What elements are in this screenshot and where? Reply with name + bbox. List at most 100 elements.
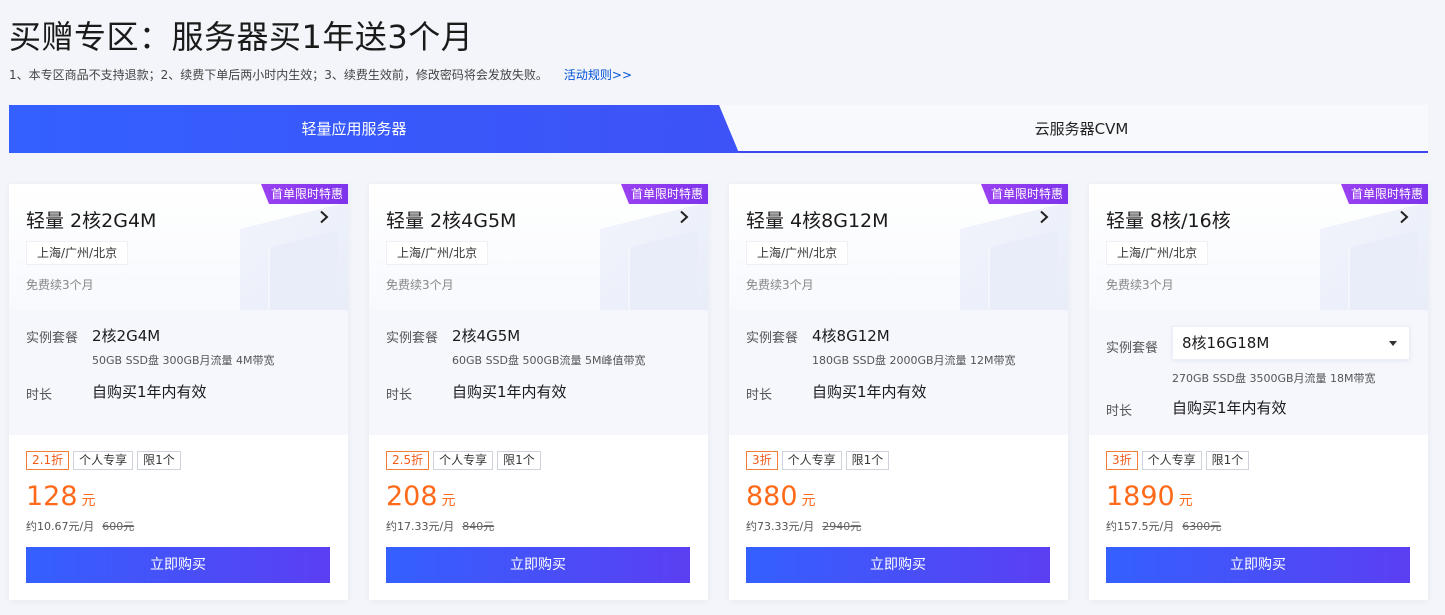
limit-tag: 限1个 — [497, 451, 541, 470]
personal-tag: 个人专享 — [433, 451, 494, 470]
card-title: 轻量 2核2G4M — [26, 210, 157, 232]
price-value: 1890 — [1106, 481, 1175, 512]
chevron-right-icon[interactable] — [678, 210, 690, 224]
card-footer: 2.1折 个人专享 限1个 128 元 约10.67元/月 600元 立即购买 — [9, 435, 348, 600]
chevron-right-icon[interactable] — [1398, 210, 1410, 224]
region-tag: 上海/广州/北京 — [1106, 241, 1209, 265]
product-card-2: 首单限时特惠 轻量 2核4G5M 上海/广州/北京 免费续3个月 实例套餐 2核… — [369, 184, 708, 600]
limit-tag: 限1个 — [137, 451, 181, 470]
card-header: 首单限时特惠 轻量 4核8G12M 上海/广州/北京 免费续3个月 — [729, 184, 1068, 310]
promo-badge: 首单限时特惠 — [981, 184, 1068, 204]
duration-value: 自购买1年内有效 — [1172, 399, 1287, 417]
package-desc: 60GB SSD盘 500GB流量 5M峰值带宽 — [452, 354, 646, 367]
region-tag: 上海/广州/北京 — [386, 241, 489, 265]
tag-list: 2.1折 个人专享 限1个 — [26, 451, 181, 470]
personal-tag: 个人专享 — [781, 451, 842, 470]
monthly-price: 约73.33元/月 — [746, 520, 815, 533]
renew-text: 免费续3个月 — [746, 278, 814, 292]
personal-tag: 个人专享 — [73, 451, 134, 470]
buy-button[interactable]: 立即购买 — [746, 547, 1050, 583]
price: 128 元 — [26, 481, 96, 512]
duration-value: 自购买1年内有效 — [452, 383, 567, 401]
card-header: 首单限时特惠 轻量 2核4G5M 上海/广州/北京 免费续3个月 — [369, 184, 708, 310]
tag-list: 2.5折 个人专享 限1个 — [386, 451, 541, 470]
card-header: 首单限时特惠 轻量 2核2G4M 上海/广州/北京 免费续3个月 — [9, 184, 348, 310]
price-value: 880 — [746, 481, 798, 512]
chevron-right-icon[interactable] — [1038, 210, 1050, 224]
caret-down-icon — [1389, 341, 1397, 346]
price-unit: 元 — [441, 493, 456, 509]
card-spec: 实例套餐 4核8G12M 180GB SSD盘 2000GB月流量 12M带宽 … — [729, 310, 1068, 435]
duration-label: 时长 — [26, 388, 53, 403]
duration-label: 时长 — [1106, 404, 1133, 419]
personal-tag: 个人专享 — [1141, 451, 1202, 470]
tag-list: 3折 个人专享 限1个 — [1106, 451, 1250, 470]
package-label: 实例套餐 — [1106, 341, 1159, 356]
package-desc: 50GB SSD盘 300GB月流量 4M带宽 — [92, 354, 275, 367]
page-title: 买赠专区：服务器买1年送3个月 — [9, 18, 474, 56]
package-label: 实例套餐 — [386, 331, 439, 346]
package-label: 实例套餐 — [746, 331, 799, 346]
promo-badge: 首单限时特惠 — [621, 184, 708, 204]
price: 880 元 — [746, 481, 816, 512]
per-month: 约10.67元/月 600元 — [26, 518, 134, 534]
monthly-price: 约10.67元/月 — [26, 520, 95, 533]
duration-value: 自购买1年内有效 — [812, 383, 927, 401]
card-header: 首单限时特惠 轻量 8核/16核 上海/广州/北京 免费续3个月 — [1089, 184, 1428, 310]
price: 208 元 — [386, 481, 456, 512]
duration-label: 时长 — [746, 388, 773, 403]
package-select-value: 8核16G18M — [1182, 334, 1270, 352]
buy-button[interactable]: 立即购买 — [26, 547, 330, 583]
price-unit: 元 — [81, 493, 96, 509]
duration-value: 自购买1年内有效 — [92, 383, 207, 401]
chevron-right-icon[interactable] — [318, 210, 330, 224]
promo-badge: 首单限时特惠 — [1341, 184, 1428, 204]
price: 1890 元 — [1106, 481, 1193, 512]
region-tag: 上海/广州/北京 — [26, 241, 129, 265]
per-month: 约17.33元/月 840元 — [386, 518, 494, 534]
renew-text: 免费续3个月 — [386, 278, 454, 292]
activity-rules-link[interactable]: 活动规则>> — [564, 68, 632, 82]
card-title: 轻量 4核8G12M — [746, 210, 889, 232]
card-title: 轻量 2核4G5M — [386, 210, 517, 232]
card-footer: 2.5折 个人专享 限1个 208 元 约17.33元/月 840元 立即购买 — [369, 435, 708, 600]
card-title: 轻量 8核/16核 — [1106, 210, 1231, 232]
original-price: 2940元 — [822, 520, 862, 533]
package-desc: 270GB SSD盘 3500GB月流量 18M带宽 — [1172, 372, 1376, 385]
product-card-1: 首单限时特惠 轻量 2核2G4M 上海/广州/北京 免费续3个月 实例套餐 2核… — [9, 184, 348, 600]
price-value: 208 — [386, 481, 438, 512]
promo-badge: 首单限时特惠 — [261, 184, 348, 204]
card-spec: 实例套餐 2核2G4M 50GB SSD盘 300GB月流量 4M带宽 时长 自… — [9, 310, 348, 435]
card-footer: 3折 个人专享 限1个 1890 元 约157.5元/月 6300元 立即购买 — [1089, 435, 1428, 600]
price-unit: 元 — [1178, 493, 1193, 509]
package-desc: 180GB SSD盘 2000GB月流量 12M带宽 — [812, 354, 1016, 367]
original-price: 600元 — [102, 520, 135, 533]
monthly-price: 约157.5元/月 — [1106, 520, 1175, 533]
package-select[interactable]: 8核16G18M — [1172, 326, 1410, 360]
discount-tag: 3折 — [1106, 451, 1138, 470]
limit-tag: 限1个 — [1205, 451, 1250, 470]
per-month: 约157.5元/月 6300元 — [1106, 518, 1221, 534]
product-card-4: 首单限时特惠 轻量 8核/16核 上海/广州/北京 免费续3个月 实例套餐 8核… — [1089, 184, 1428, 600]
notice-text: 1、本专区商品不支持退款；2、续费下单后两小时内生效；3、续费生效前，修改密码将… — [9, 66, 632, 83]
product-tabs: 云服务器CVM 轻量应用服务器 — [9, 105, 1428, 153]
tab-lighthouse[interactable]: 轻量应用服务器 — [9, 105, 739, 153]
package-value: 2核4G5M — [452, 327, 521, 345]
per-month: 约73.33元/月 2940元 — [746, 518, 861, 534]
buy-button[interactable]: 立即购买 — [386, 547, 690, 583]
product-card-3: 首单限时特惠 轻量 4核8G12M 上海/广州/北京 免费续3个月 实例套餐 4… — [729, 184, 1068, 600]
original-price: 6300元 — [1182, 520, 1222, 533]
price-unit: 元 — [801, 493, 816, 509]
duration-label: 时长 — [386, 388, 413, 403]
discount-tag: 3折 — [746, 451, 778, 470]
package-value: 2核2G4M — [92, 327, 161, 345]
renew-text: 免费续3个月 — [1106, 278, 1174, 292]
notice-rules: 1、本专区商品不支持退款；2、续费下单后两小时内生效；3、续费生效前，修改密码将… — [9, 68, 548, 82]
discount-tag: 2.1折 — [26, 451, 70, 470]
tag-list: 3折 个人专享 限1个 — [746, 451, 890, 470]
package-label: 实例套餐 — [26, 331, 79, 346]
buy-button[interactable]: 立即购买 — [1106, 547, 1410, 583]
tab-cvm[interactable]: 云服务器CVM — [735, 105, 1428, 153]
renew-text: 免费续3个月 — [26, 278, 94, 292]
discount-tag: 2.5折 — [386, 451, 430, 470]
